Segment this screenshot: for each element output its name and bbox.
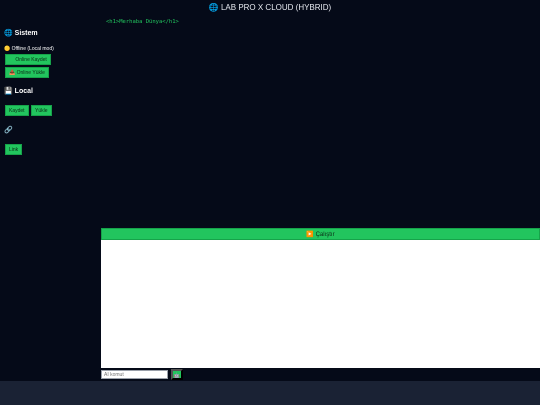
footer-bar bbox=[0, 381, 540, 405]
online-load-button[interactable]: 📥 Online Yükle bbox=[5, 67, 49, 78]
ai-command-input[interactable] bbox=[101, 370, 168, 379]
cloud-icon: ☁ bbox=[9, 57, 14, 63]
local-save-button[interactable]: Kaydet bbox=[5, 105, 29, 116]
globe-icon: 🌐 bbox=[208, 3, 219, 12]
inbox-icon: 📥 bbox=[9, 70, 16, 76]
robot-icon: 🤖 bbox=[173, 373, 181, 379]
code-editor[interactable]: <h1>Merhaba Dünya</h1> bbox=[101, 16, 540, 228]
ai-command-bar: 🤖 bbox=[101, 368, 540, 381]
online-save-button[interactable]: ☁ Online Kaydet bbox=[5, 54, 51, 65]
app-header: 🌐 LAB PRO X CLOUD (HYBRID) bbox=[0, 0, 540, 16]
run-button[interactable]: ▶️ Çalıştır bbox=[101, 228, 540, 240]
status-dot-icon: 🟡 bbox=[4, 46, 11, 52]
connection-status: 🟡 Offline (Local mod) bbox=[4, 46, 54, 52]
link-icon: 🔗 bbox=[4, 127, 13, 134]
link-button[interactable]: Link bbox=[5, 144, 23, 155]
globe-icon: 🌐 bbox=[4, 30, 13, 37]
code-text[interactable]: <h1>Merhaba Dünya</h1> bbox=[106, 19, 179, 25]
app-title: LAB PRO X CLOUD (HYBRID) bbox=[220, 3, 332, 12]
preview-output bbox=[101, 240, 540, 368]
section-title-local: 💾 Local bbox=[4, 88, 33, 95]
local-load-button[interactable]: Yükle bbox=[31, 105, 52, 116]
play-icon: ▶️ bbox=[306, 232, 314, 238]
section-title-link: 🔗 bbox=[4, 126, 13, 134]
ai-send-button[interactable]: 🤖 bbox=[171, 369, 183, 380]
sidebar: 🌐 Sistem 🟡 Offline (Local mod) ☁ Online … bbox=[0, 16, 101, 381]
floppy-disk-icon: 💾 bbox=[4, 88, 13, 95]
section-title-system: 🌐 Sistem bbox=[4, 30, 38, 37]
